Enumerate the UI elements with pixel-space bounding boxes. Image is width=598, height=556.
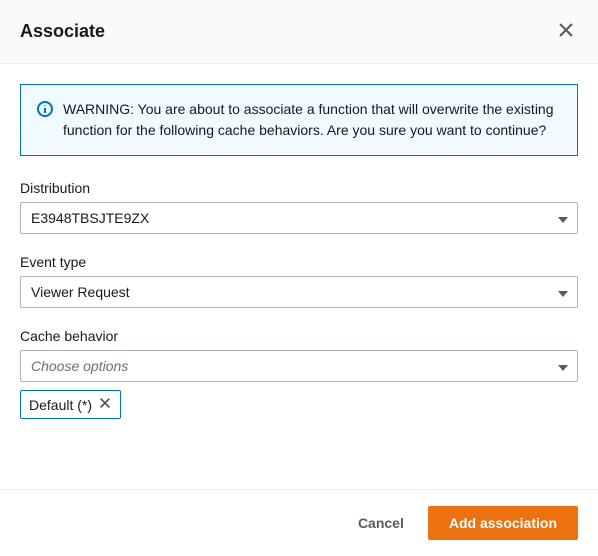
close-button[interactable]: [554, 18, 578, 45]
modal-footer: Cancel Add association: [0, 489, 598, 556]
event-type-field: Event type Viewer Request: [20, 254, 578, 308]
close-icon: [98, 396, 112, 413]
distribution-label: Distribution: [20, 180, 578, 196]
cache-behavior-select[interactable]: Choose options: [20, 350, 578, 382]
distribution-field: Distribution E3948TBSJTE9ZX: [20, 180, 578, 234]
modal-header: Associate: [0, 0, 598, 64]
cache-behavior-token: Default (*): [20, 390, 121, 419]
cache-behavior-tokens: Default (*): [20, 390, 578, 419]
close-icon: [558, 22, 574, 41]
alert-message: WARNING: You are about to associate a fu…: [63, 99, 561, 141]
warning-alert: WARNING: You are about to associate a fu…: [20, 84, 578, 156]
distribution-value: E3948TBSJTE9ZX: [31, 210, 149, 226]
info-icon: [37, 101, 53, 120]
distribution-select[interactable]: E3948TBSJTE9ZX: [20, 202, 578, 234]
cache-behavior-placeholder: Choose options: [31, 358, 128, 374]
modal-body: WARNING: You are about to associate a fu…: [0, 64, 598, 489]
event-type-select[interactable]: Viewer Request: [20, 276, 578, 308]
cache-behavior-label: Cache behavior: [20, 328, 578, 344]
token-label: Default (*): [29, 397, 92, 413]
cache-behavior-field: Cache behavior Choose options Default (*…: [20, 328, 578, 419]
token-remove-button[interactable]: [98, 396, 112, 413]
cancel-button[interactable]: Cancel: [348, 509, 414, 537]
event-type-value: Viewer Request: [31, 284, 130, 300]
event-type-label: Event type: [20, 254, 578, 270]
add-association-button[interactable]: Add association: [428, 506, 578, 540]
modal-title: Associate: [20, 21, 105, 42]
